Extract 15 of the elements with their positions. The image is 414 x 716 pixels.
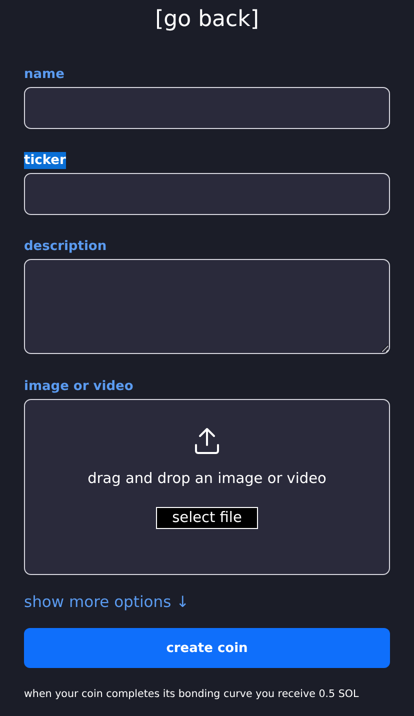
go-back-link[interactable]: [go back]	[155, 4, 259, 36]
text-input-field[interactable]	[24, 87, 390, 129]
upload-icon	[194, 427, 220, 455]
upload-dropzone[interactable]: drag and drop an image or video select file	[24, 399, 390, 575]
select-file-button[interactable]: select file	[156, 507, 258, 529]
field-label: ticker	[24, 152, 66, 169]
field-label: name	[24, 66, 64, 83]
dropzone-hint: drag and drop an image or video	[88, 471, 326, 487]
create-coin-button[interactable]: create coin	[24, 628, 390, 668]
text-input-field[interactable]	[24, 173, 390, 215]
field-label: image or video	[24, 378, 134, 395]
show-more-options-link[interactable]: show more options ↓	[24, 593, 190, 611]
reward-note: when your coin completes its bonding curve you receive 0.5 SOL	[24, 688, 360, 700]
field-label: description	[24, 238, 107, 255]
description-field[interactable]	[24, 259, 390, 354]
